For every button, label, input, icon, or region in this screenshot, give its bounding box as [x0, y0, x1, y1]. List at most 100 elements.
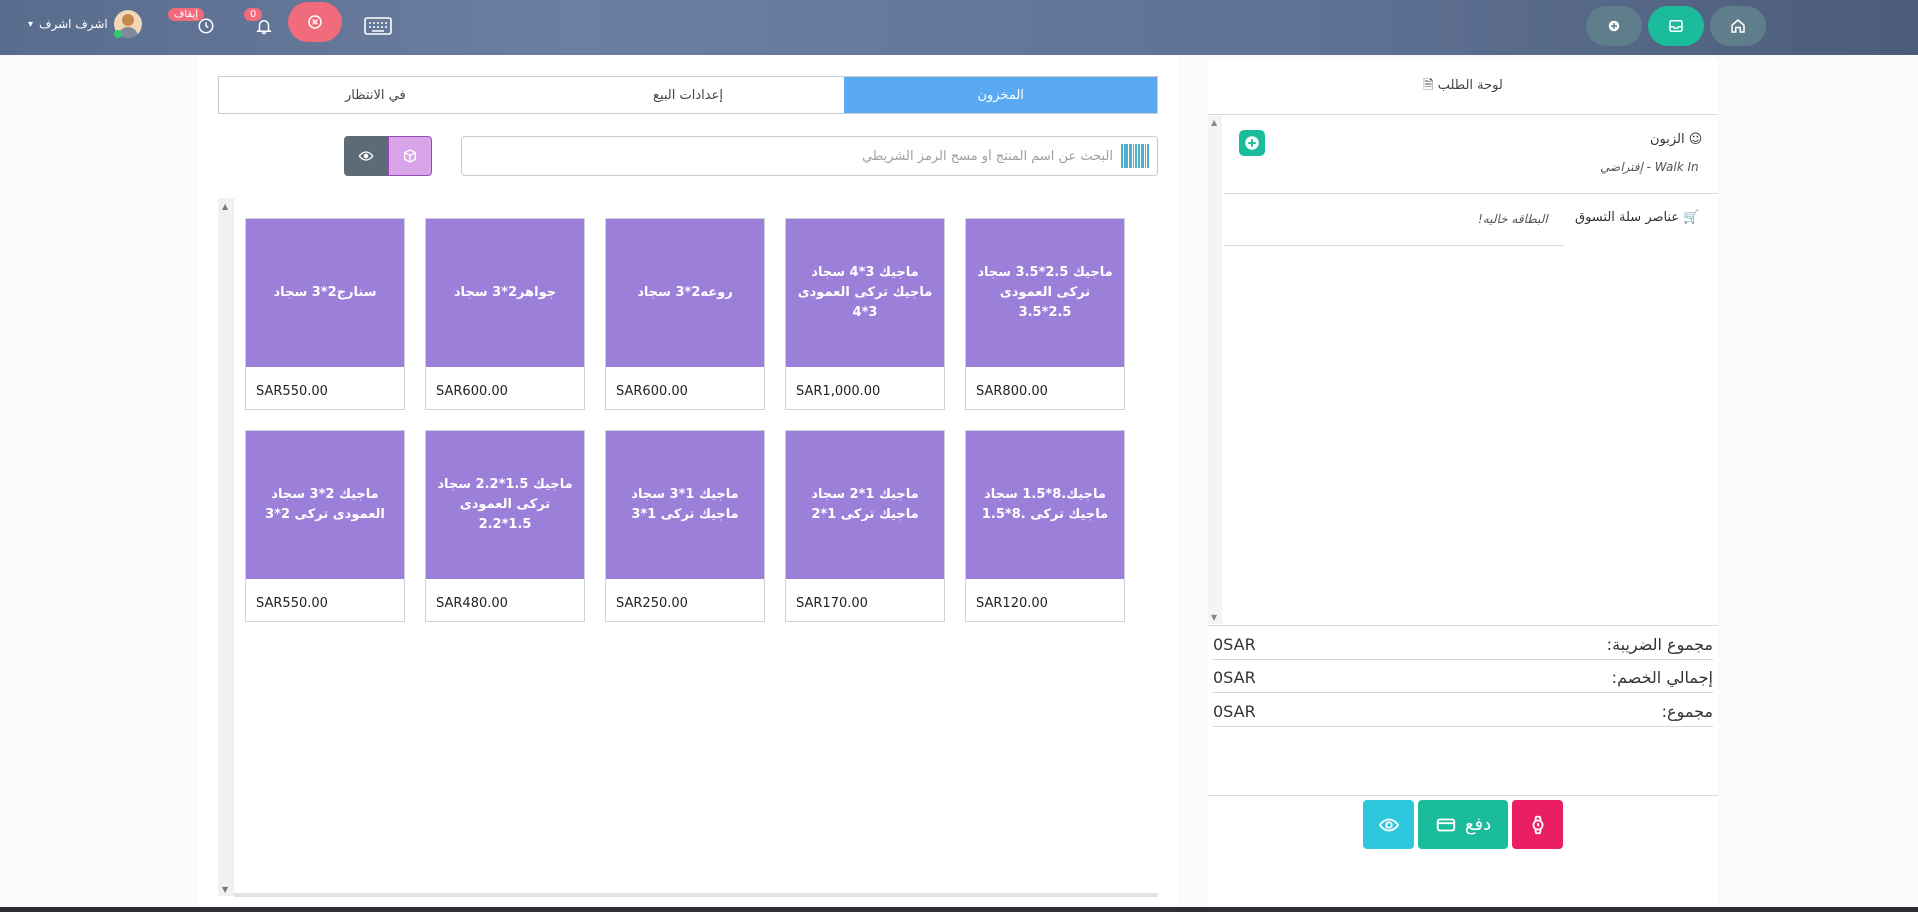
cart-icon: 🛒	[1683, 210, 1700, 225]
product-tile[interactable]: ماجيك 2.5*3.5 سجاد تركى العمودى 2.5*3.5	[966, 219, 1124, 367]
close-circle-icon	[308, 15, 322, 29]
discount-total-row: 0SAR إجمالي الخصم:	[1213, 663, 1713, 693]
divider	[1224, 193, 1718, 194]
scroll-up-arrow-icon[interactable]: ▲	[222, 202, 228, 211]
keyboard-icon	[364, 17, 392, 35]
pay-button[interactable]: دفع	[1418, 800, 1508, 849]
user-menu[interactable]: ▾ اشرف اشرف	[28, 10, 142, 38]
home-icon	[1731, 19, 1745, 33]
keyboard-shortcuts-button[interactable]	[360, 6, 396, 46]
view-toggle-group	[344, 136, 432, 176]
tax-total-row: 0SAR مجموع الضريبة:	[1213, 630, 1713, 660]
product-tile[interactable]: ماجيك 1*2 سجاد ماجيك تركى 1*2	[786, 431, 944, 579]
product-card[interactable]: ماجيك 1*3 سجاد ماجيك تركى 1*3 SAR250.00	[605, 430, 765, 622]
product-card[interactable]: ماجيك 1.5*2.2 سجاد تركى العمودى 1.5*2.2 S…	[425, 430, 585, 622]
plus-circle-icon	[1608, 20, 1620, 32]
divider	[1224, 245, 1564, 246]
tab-sale-settings[interactable]: إعدادات البيع	[532, 77, 845, 113]
product-name: روعه2*3 سجاد	[637, 285, 733, 300]
add-customer-button[interactable]	[1239, 130, 1265, 156]
product-name: سنارج2*3 سجاد	[273, 285, 377, 300]
product-name: ماجيك 2*3 سجاد العمودى تركى 2*3	[265, 487, 385, 522]
product-card[interactable]: سنارج2*3 سجاد SAR550.00	[245, 218, 405, 410]
home-button[interactable]	[1710, 6, 1766, 46]
search-input[interactable]	[513, 148, 1113, 164]
product-card[interactable]: ماجيك.8*1.5 سجاد ماجيك تركى .8*1.5 SAR120…	[965, 430, 1125, 622]
product-name: ماجيك 1.5*2.2 سجاد تركى العمودى 1.5*2.2	[437, 477, 573, 532]
divider	[1208, 625, 1718, 626]
scroll-down-arrow-icon[interactable]: ▼	[222, 885, 228, 894]
product-name: ماجيك.8*1.5 سجاد ماجيك تركى .8*1.5	[981, 487, 1109, 522]
product-name: ماجيك 1*2 سجاد ماجيك تركى 1*2	[811, 487, 919, 522]
order-panel-title: لوحة الطلب	[1437, 78, 1503, 93]
product-tile[interactable]: ماجيك.8*1.5 سجاد ماجيك تركى .8*1.5	[966, 431, 1124, 579]
add-button[interactable]	[1586, 6, 1642, 46]
eye-icon	[1378, 818, 1399, 831]
tab-inventory[interactable]: المخزون	[844, 77, 1158, 113]
cart-empty-message: البطاقه خاليه!	[1478, 212, 1548, 226]
products-button[interactable]	[388, 136, 432, 176]
product-price: SAR250.00	[616, 596, 688, 611]
product-tabs: في الانتظار إعدادات البيع المخزون	[218, 76, 1158, 114]
bottom-border	[0, 907, 1918, 912]
discount-total-label: إجمالي الخصم:	[1611, 668, 1713, 687]
mail-icon	[1669, 20, 1683, 32]
product-name: ماجيك 1*3 سجاد ماجيك تركى 1*3	[631, 487, 739, 522]
credit-card-icon	[1436, 818, 1456, 831]
discount-total-value: 0SAR	[1213, 668, 1256, 687]
product-name: ماجيك 2.5*3.5 سجاد تركى العمودى 2.5*3.5	[977, 265, 1113, 320]
scroll-down-arrow-icon[interactable]: ▼	[1211, 613, 1217, 622]
product-price: SAR550.00	[256, 384, 328, 399]
product-tile[interactable]: ماجيك 1.5*2.2 سجاد تركى العمودى 1.5*2.2	[426, 431, 584, 579]
product-card[interactable]: جواهر2*3 سجاد SAR600.00	[425, 218, 585, 410]
user-circle-icon: ☺	[1688, 132, 1703, 147]
view-button[interactable]	[344, 136, 388, 176]
document-icon: 🗎	[1423, 78, 1434, 93]
online-status-dot	[114, 30, 122, 38]
cart-label: عناصر سلة التسوق	[1575, 210, 1680, 225]
product-card[interactable]: ماجيك 2.5*3.5 سجاد تركى العمودى 2.5*3.5 S…	[965, 218, 1125, 410]
product-search	[461, 136, 1158, 176]
product-price: SAR600.00	[616, 384, 688, 399]
product-tile[interactable]: سنارج2*3 سجاد	[246, 219, 404, 367]
product-price: SAR480.00	[436, 596, 508, 611]
tab-pending[interactable]: في الانتظار	[219, 77, 532, 113]
chevron-down-icon: ▾	[28, 18, 34, 30]
top-navbar: ▾ اشرف اشرف إيقاف 0	[0, 0, 1918, 55]
product-card[interactable]: روعه2*3 سجاد SAR600.00	[605, 218, 765, 410]
tax-total-value: 0SAR	[1213, 635, 1256, 654]
divider	[1208, 795, 1718, 796]
product-tile[interactable]: روعه2*3 سجاد	[606, 219, 764, 367]
product-price: SAR170.00	[796, 596, 868, 611]
product-tile[interactable]: ماجيك 2*3 سجاد العمودى تركى 2*3	[246, 431, 404, 579]
user-name: اشرف اشرف	[39, 17, 108, 31]
eye-icon	[358, 151, 374, 161]
pay-button-label: دفع	[1464, 814, 1492, 835]
product-tile[interactable]: ماجيك 3*4 سجاد ماجيك تركى العمودى 3*4	[786, 219, 944, 367]
products-scrollbar[interactable]: ▲ ▼	[218, 198, 234, 896]
divider	[1208, 114, 1718, 115]
plus-circle-icon	[1245, 136, 1259, 150]
preview-button[interactable]	[1363, 800, 1414, 849]
product-name: ماجيك 3*4 سجاد ماجيك تركى العمودى 3*4	[797, 265, 933, 320]
close-register-button[interactable]	[288, 2, 342, 42]
product-price: SAR120.00	[976, 596, 1048, 611]
barcode-icon	[1121, 144, 1149, 168]
products-horizontal-scrollbar[interactable]	[234, 893, 1158, 897]
messages-button[interactable]	[1648, 6, 1704, 46]
product-tile[interactable]: جواهر2*3 سجاد	[426, 219, 584, 367]
scroll-up-arrow-icon[interactable]: ▲	[1211, 118, 1217, 127]
product-price: SAR1,000.00	[796, 384, 881, 399]
grand-total-row: 0SAR مجموع:	[1213, 697, 1713, 727]
product-card[interactable]: ماجيك 2*3 سجاد العمودى تركى 2*3 SAR550.00	[245, 430, 405, 622]
cart-scrollbar[interactable]: ▲ ▼	[1208, 116, 1222, 624]
product-price: SAR550.00	[256, 596, 328, 611]
tax-total-label: مجموع الضريبة:	[1606, 635, 1713, 654]
product-card[interactable]: ماجيك 3*4 سجاد ماجيك تركى العمودى 3*4 SAR…	[785, 218, 945, 410]
product-price: SAR600.00	[436, 384, 508, 399]
product-tile[interactable]: ماجيك 1*3 سجاد ماجيك تركى 1*3	[606, 431, 764, 579]
customer-value[interactable]: إفتراضي - Walk In	[1600, 160, 1699, 174]
order-panel	[1208, 58, 1718, 910]
product-card[interactable]: ماجيك 1*2 سجاد ماجيك تركى 1*2 SAR170.00	[785, 430, 945, 622]
hold-order-button[interactable]	[1512, 800, 1563, 849]
